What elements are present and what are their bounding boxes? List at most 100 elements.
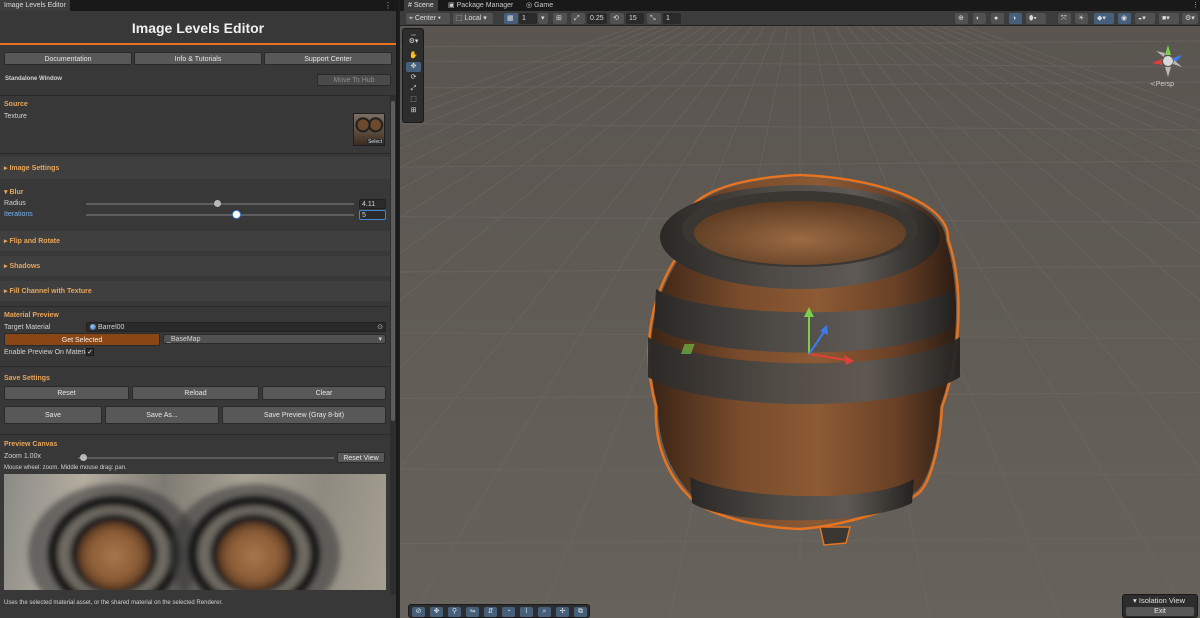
editor-tab[interactable]: Image Levels Editor	[0, 0, 70, 11]
shadows-header[interactable]: ▸ Shadows	[4, 262, 40, 270]
persp-label[interactable]: ≺Persp	[1150, 80, 1174, 88]
fill-channel-label: Fill Channel with Texture	[9, 288, 92, 295]
tab-package-manager[interactable]: ▣ Package Manager	[444, 0, 517, 11]
rotate-snap-icon[interactable]: ⟲	[610, 13, 624, 24]
tab-scene[interactable]: # Scene	[404, 0, 438, 11]
clear-button[interactable]: Clear	[262, 386, 386, 400]
reset-view-button[interactable]: Reset View	[337, 452, 385, 463]
tutorials-button[interactable]: Info & Tutorials	[134, 52, 262, 65]
save-button[interactable]: Save	[4, 406, 102, 424]
orbit-icon[interactable]: ⊘	[412, 607, 425, 617]
orientation-gizmo-icon[interactable]: ⊕	[955, 13, 968, 24]
rotate-tool-icon[interactable]: ⟳	[406, 73, 421, 83]
2d-toggle-icon[interactable]: ⤧	[1058, 13, 1071, 24]
gizmos-icon[interactable]: ⚙▾	[1182, 13, 1198, 24]
scene-viewport[interactable]	[400, 27, 1200, 618]
effects-toggle-icon[interactable]: ◆▾	[1094, 13, 1114, 24]
move-handle-icon[interactable]: ✥	[430, 607, 443, 617]
get-selected-button[interactable]: Get Selected	[4, 333, 160, 346]
radius-slider-handle[interactable]	[213, 200, 221, 207]
scale-snap-icon[interactable]: ⤡	[647, 13, 661, 24]
image-settings-label: Image Settings	[9, 165, 60, 172]
texture-label: Texture	[4, 113, 27, 120]
grid-size-field[interactable]: 1	[519, 13, 537, 24]
preview-canvas[interactable]	[4, 474, 386, 590]
chevron-down-icon[interactable]: ▾	[538, 13, 548, 24]
pivot-tool-icon[interactable]: ⚲	[448, 607, 461, 617]
shading-lit-icon[interactable]: ◑	[1009, 13, 1022, 24]
frame-selected-icon[interactable]: ⧉	[574, 607, 587, 617]
iterations-slider-handle[interactable]	[232, 211, 240, 218]
rotate-snap-field[interactable]: 15	[626, 13, 644, 24]
fill-channel-header[interactable]: ▸ Fill Channel with Texture	[4, 287, 92, 295]
exit-isolation-button[interactable]: Exit	[1126, 607, 1194, 616]
snap-icon[interactable]: ⊞	[553, 13, 567, 24]
enable-preview-checkbox[interactable]: ✓	[86, 348, 94, 356]
iterations-value-field[interactable]: 5	[359, 210, 386, 220]
radius-value-field[interactable]: 4.11	[359, 199, 386, 209]
hand-tool-icon[interactable]: ✋	[406, 51, 421, 61]
zoom-icon[interactable]: ⌕	[538, 607, 551, 617]
overlay-grip-icon[interactable]: ═	[406, 31, 421, 39]
standalone-window-label: Standalone Window	[5, 76, 62, 82]
transform-tool-icon[interactable]: ⊞	[406, 106, 421, 116]
align-icon[interactable]: ⇋	[466, 607, 479, 617]
center-icon[interactable]: ✢	[556, 607, 569, 617]
move-to-hub-button[interactable]: Move To Hub	[317, 74, 391, 86]
zoom-slider[interactable]	[78, 457, 334, 459]
vertex-snap-icon[interactable]: ⌇	[520, 607, 533, 617]
render-mode-dropdown-icon[interactable]: ⬮▾	[1026, 13, 1046, 24]
hidden-objects-icon[interactable]: ◒▾	[1135, 13, 1155, 24]
barrel-model[interactable]	[647, 173, 960, 546]
iterations-slider[interactable]	[86, 214, 354, 216]
save-settings-title: Save Settings	[4, 375, 50, 382]
save-as-button[interactable]: Save As...	[105, 406, 219, 424]
visibility-icon[interactable]: ◉	[1118, 13, 1131, 24]
target-material-field[interactable]: Barrel00 ⊙	[86, 322, 386, 332]
package-icon: ▣	[448, 2, 455, 9]
texture-select-label[interactable]: Select	[367, 139, 383, 145]
scale-tool-icon[interactable]: ⤢	[406, 84, 421, 94]
move-snap-field[interactable]: 0.25	[587, 13, 607, 24]
tool-settings-icon[interactable]: ⚙▾	[406, 37, 421, 47]
object-picker-icon[interactable]: ⊙	[377, 323, 383, 333]
shading-solid-icon[interactable]: ●	[991, 13, 1004, 24]
shadows-foldout[interactable]	[0, 256, 392, 276]
texture-property-dropdown[interactable]: _BaseMap ▾	[163, 334, 386, 344]
divider	[0, 366, 392, 367]
move-tool-icon[interactable]: ✥	[406, 62, 421, 72]
rect-tool-icon[interactable]: ⬚	[406, 95, 421, 105]
texture-property-value: _BaseMap	[167, 336, 201, 343]
zoom-slider-handle[interactable]	[79, 454, 87, 461]
move-snap-icon[interactable]: ⤢	[571, 13, 585, 24]
flip-rotate-header[interactable]: ▸ Flip and Rotate	[4, 237, 60, 245]
reset-button[interactable]: Reset	[4, 386, 129, 400]
checkmark-icon: ✓	[87, 349, 93, 356]
lighting-toggle-icon[interactable]: ☀	[1075, 13, 1088, 24]
image-settings-header[interactable]: ▸ Image Settings	[4, 164, 59, 172]
scrollbar-thumb[interactable]	[391, 101, 395, 421]
isolation-view-title: ▾ Isolation View	[1133, 596, 1185, 605]
more-menu-icon[interactable]: ⋮	[1188, 0, 1200, 11]
texture-thumbnail[interactable]: Select	[353, 113, 385, 146]
panel-scrollbar[interactable]	[390, 95, 396, 595]
shading-wireframe-icon[interactable]: ◐	[973, 13, 986, 24]
space-dropdown[interactable]: ⬚ Local ▾	[453, 13, 493, 24]
camera-settings-icon[interactable]: ■▾	[1159, 13, 1179, 24]
divider	[0, 306, 392, 307]
grid-toggle-icon[interactable]: ▦	[504, 13, 518, 24]
save-preview-button[interactable]: Save Preview (Gray 8-bit)	[222, 406, 386, 424]
support-center-button[interactable]: Support Center	[264, 52, 392, 65]
tab-scene-label: Scene	[413, 2, 434, 9]
tab-game[interactable]: ◎ Game	[522, 0, 557, 11]
snap-align-icon[interactable]: ⇵	[484, 607, 497, 617]
more-menu-icon[interactable]: ⋮	[384, 0, 392, 11]
pivot-dropdown[interactable]: ⌖ Center ▾	[406, 13, 450, 24]
blur-header[interactable]: ▾ Blur	[4, 188, 23, 196]
bottom-overlay-toolbar: ⊘ ✥ ⚲ ⇋ ⇵ ◔ ⌇ ⌕ ✢ ⧉	[408, 604, 590, 618]
documentation-button[interactable]: Documentation	[4, 52, 132, 65]
surface-snap-icon[interactable]: ◔	[502, 607, 515, 617]
scale-snap-field[interactable]: 1	[663, 13, 681, 24]
reload-button[interactable]: Reload	[132, 386, 259, 400]
divider	[0, 434, 392, 435]
